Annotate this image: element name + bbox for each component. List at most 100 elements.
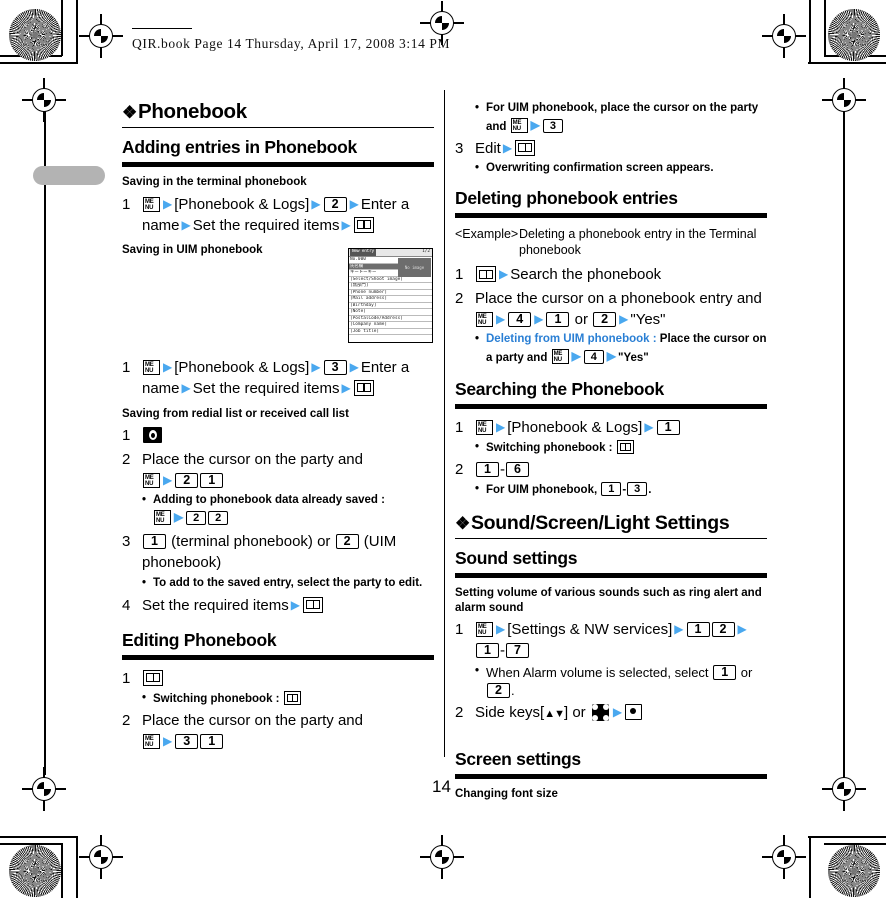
step-text: ▶ Search the phonebook [475, 264, 767, 285]
numeric-key-1: 1 [686, 622, 710, 638]
trim-line [809, 0, 811, 63]
chapter-rule [455, 537, 767, 540]
subsection-saving-terminal: Saving in the terminal phonebook [122, 176, 307, 189]
phonebook-key-icon [302, 596, 323, 613]
numeric-key-1: 1 [476, 643, 499, 659]
page-number: 14 [432, 777, 451, 796]
step-text [142, 668, 434, 689]
trim-line [61, 0, 63, 56]
bullet-text: When Alarm volume is selected, select 1 … [486, 664, 753, 698]
bullet-dot: • [475, 162, 480, 175]
crosshair-mark [822, 767, 866, 811]
section-title-adding-entries: Adding entries in Phonebook [122, 137, 357, 158]
subsection-setting-volume: Setting volume of various sounds such as… [455, 587, 762, 614]
flow-arrow-icon: ▶ [311, 196, 321, 211]
flow-arrow-icon: ▶ [737, 622, 747, 637]
step-item: 2 Place the cursor on the party and ME NU ▶… [122, 449, 434, 492]
diamond-icon: ❖ [122, 103, 137, 122]
step-number: 2 [122, 450, 131, 468]
up-down-arrows-icon: ▲▼ [544, 707, 565, 720]
bullet-dot: • [475, 664, 480, 677]
bullet-item: • For UIM phonebook, 1-3. [475, 482, 767, 499]
numeric-key-4: 4 [583, 350, 604, 365]
guide-line [44, 95, 46, 775]
flow-arrow-icon: ▶ [674, 622, 684, 637]
flow-arrow-icon: ▶ [341, 380, 351, 395]
left-column: ❖Phonebook Adding entries in Phonebook S… [122, 100, 434, 755]
step-number: 4 [122, 596, 131, 614]
bullet-text: For UIM phonebook, 1-3. [486, 482, 652, 497]
bullet-text: Switching phonebook : [153, 691, 434, 708]
numeric-key-2: 2 [593, 311, 617, 327]
step-number: 2 [455, 461, 464, 479]
navigation-key-icon [591, 703, 609, 721]
section-rule [455, 403, 767, 409]
bullet-text: Switching phonebook : [486, 440, 767, 457]
step-item: 3 Edit ▶ [455, 138, 767, 159]
step-item: 1 ME NU ▶ [Phonebook & Logs] ▶ 1 [455, 417, 767, 438]
flow-arrow-icon: ▶ [619, 311, 629, 326]
crosshair-mark [822, 78, 866, 122]
step-text: ME NU ▶ [Phonebook & Logs] ▶ 2 ▶ Enter a name ▶ S… [142, 195, 410, 234]
trim-line [0, 836, 78, 838]
menu-key-icon: ME NU [476, 311, 493, 327]
step-item: 1 ME NU ▶ [Phonebook & Logs] ▶ 3 ▶ Enter a name… [122, 357, 434, 400]
chapter-title-phonebook: ❖Phonebook [122, 100, 247, 123]
starburst-mark [9, 9, 61, 61]
section-title-deleting-entries: Deleting phonebook entries [455, 187, 678, 208]
numeric-key-4: 4 [508, 311, 532, 327]
flow-arrow-icon: ▶ [341, 217, 351, 232]
bullet-item: • To add to the saved entry, select the … [142, 576, 434, 592]
flow-arrow-icon: ▶ [174, 510, 184, 525]
example-text: Deleting a phonebook entry in the Termin… [519, 226, 757, 258]
flow-arrow-icon: ▶ [163, 734, 173, 749]
flow-arrow-icon: ▶ [571, 349, 581, 364]
bullet-text: To add to the saved entry, select the pa… [153, 576, 423, 589]
flow-arrow-icon: ▶ [499, 267, 509, 282]
crosshair-mark [762, 835, 806, 879]
flow-arrow-icon: ▶ [644, 419, 654, 434]
example-label: <Example> [455, 226, 519, 241]
numeric-key-1: 1 [713, 664, 737, 680]
step-text: Set the required items ▶ [142, 595, 434, 616]
step-item: 1 [122, 425, 434, 446]
step-text: Place the cursor on the party and ME NU ▶ 2 1 [142, 450, 363, 489]
crosshair-mark [79, 14, 123, 58]
bullet-item: • Overwriting confirmation screen appear… [475, 161, 767, 177]
phonebook-key-icon [616, 440, 634, 455]
header-rule [132, 28, 192, 29]
flow-arrow-icon: ▶ [534, 311, 544, 326]
step-item: 4 Set the required items ▶ [122, 595, 434, 616]
flow-arrow-icon: ▶ [163, 359, 173, 374]
flow-arrow-icon: ▶ [163, 473, 173, 488]
numeric-key-2: 2 [711, 622, 735, 638]
right-column: • For UIM phonebook, place the cursor on… [455, 100, 767, 805]
bullet-item: • Adding to phonebook data already saved… [142, 493, 434, 528]
step-number: 1 [455, 418, 464, 436]
step-number: 1 [122, 427, 131, 445]
bullet-dot: • [142, 692, 147, 705]
step-number: 2 [122, 711, 131, 729]
trim-line [808, 62, 886, 64]
step-text: Side keys[▲▼] or ▶ [475, 702, 767, 723]
numeric-key-2: 2 [487, 682, 510, 698]
numeric-key-2: 2 [175, 473, 199, 489]
step-text: ME NU ▶ [Settings & NW services] ▶ 1 2 ▶1-7 [476, 621, 747, 660]
column-divider [444, 90, 445, 757]
subsection-saving-redial: Saving from redial list or received call… [122, 408, 349, 421]
numeric-key-3: 3 [627, 482, 648, 497]
phonebook-key-icon [515, 139, 536, 156]
phone-screen-page-indicator: 1/2 [422, 249, 430, 255]
numeric-key-1: 1 [476, 462, 499, 478]
numeric-key-3: 3 [175, 734, 199, 750]
menu-key-icon: ME NU [476, 419, 493, 435]
step-text: ME NU ▶ [Phonebook & Logs] ▶ 3 ▶ Enter a name ▶ S… [142, 358, 410, 397]
step-item: 3 1 (terminal phonebook) or 2 (UIM phone… [122, 531, 434, 574]
trim-line [76, 836, 78, 898]
numeric-key-1: 1 [601, 482, 622, 497]
trim-line [824, 0, 826, 56]
numeric-key-2: 2 [323, 196, 347, 212]
step-number: 1 [455, 621, 464, 639]
numeric-key-1: 1 [200, 734, 224, 750]
phone-screen-row: [Job title] [349, 329, 432, 335]
